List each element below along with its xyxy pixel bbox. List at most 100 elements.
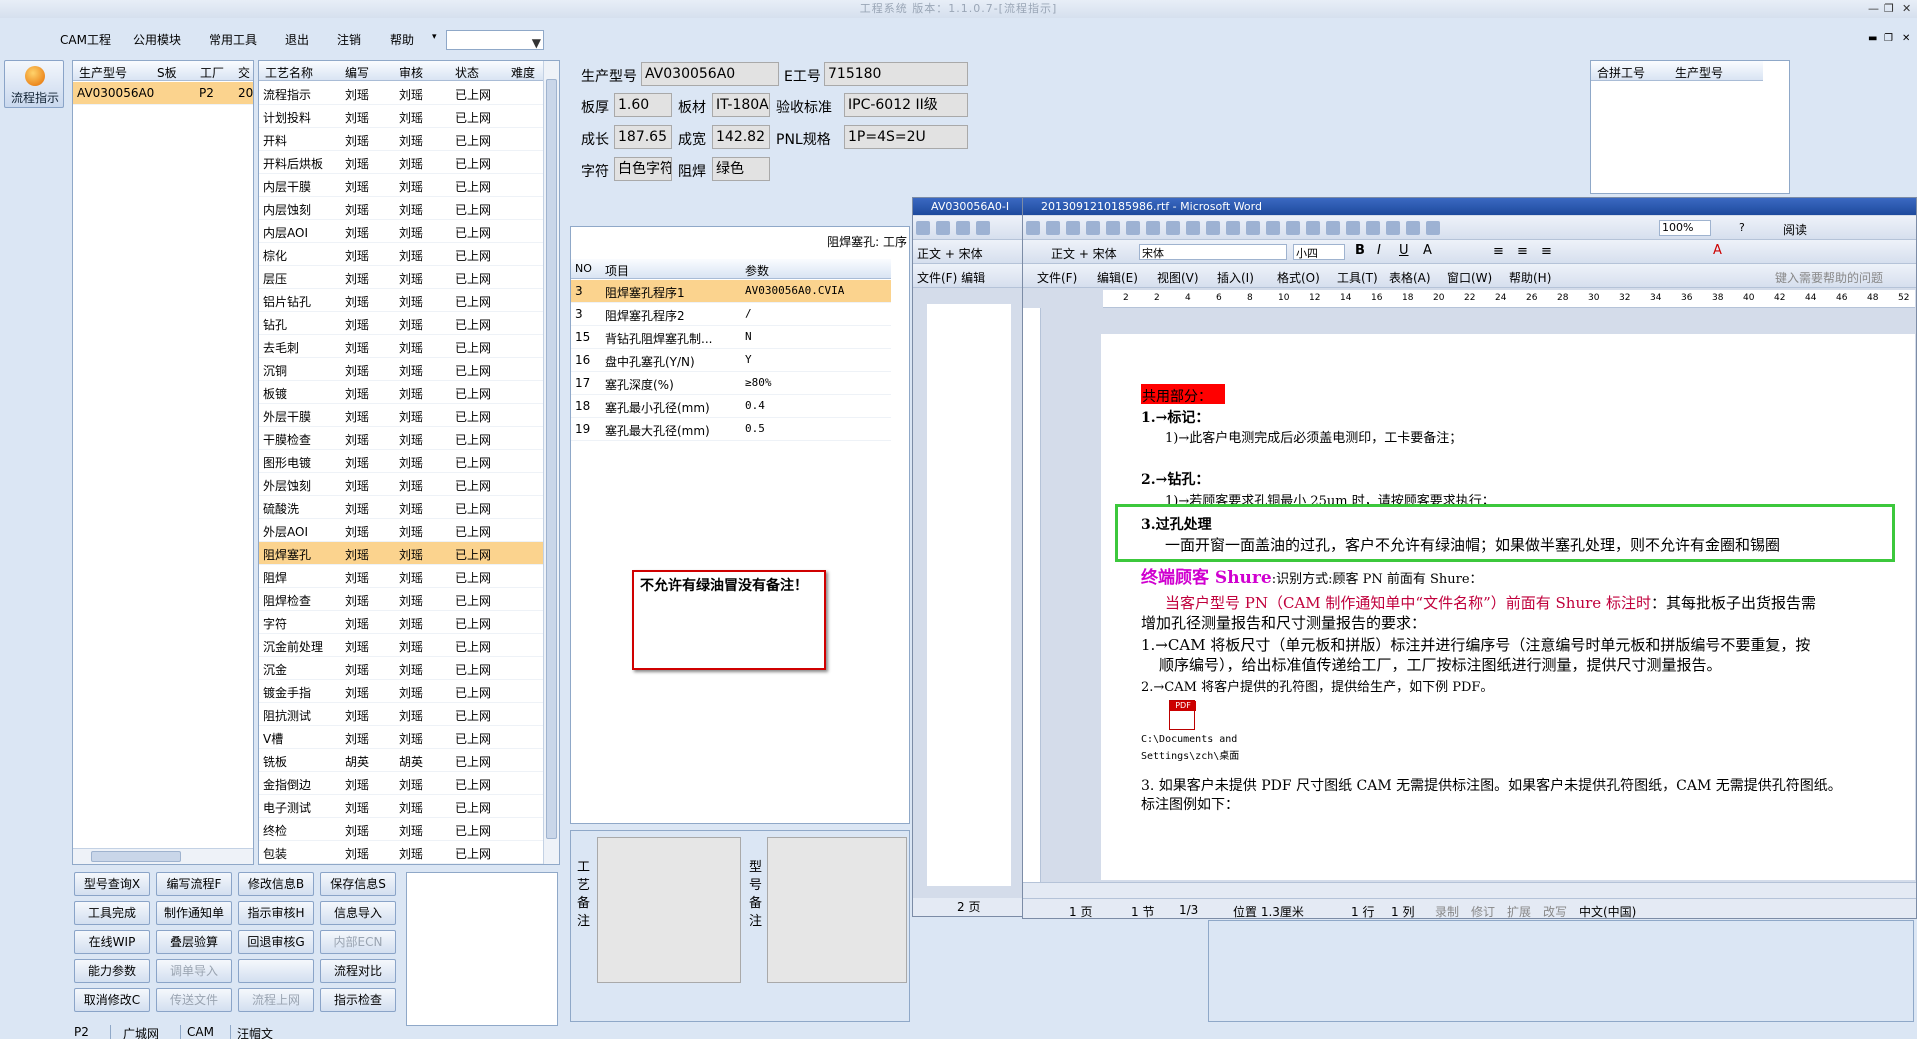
spell-icon[interactable] — [1166, 221, 1180, 235]
font-box[interactable]: 宋体 — [1139, 244, 1287, 260]
stackup-check-button[interactable]: 叠层验算 — [156, 930, 232, 954]
table-row[interactable]: V槽 刘瑶 刘瑶 已上网 — [259, 726, 543, 749]
vertical-ruler[interactable] — [1023, 308, 1041, 882]
menu-overflow-icon[interactable]: ▾ — [432, 32, 437, 42]
review-indicator-button[interactable]: 指示审核H — [238, 901, 314, 925]
col-item[interactable]: 项目 — [605, 262, 629, 279]
rollback-review-button[interactable]: 回退审核G — [238, 930, 314, 954]
table-row[interactable]: 铝片钻孔 刘瑶 刘瑶 已上网 — [259, 289, 543, 312]
modify-info-button[interactable]: 修改信息B — [238, 872, 314, 896]
blank-button[interactable] — [238, 959, 314, 983]
undo-icon[interactable] — [1286, 221, 1300, 235]
col-process-name[interactable]: 工艺名称 — [265, 64, 313, 81]
format-painter-icon[interactable] — [1266, 221, 1280, 235]
table-row[interactable]: 图形电镀 刘瑶 刘瑶 已上网 — [259, 450, 543, 473]
menu-tools[interactable]: 工具(T) — [1337, 269, 1378, 286]
help-search-box[interactable]: 键入需要帮助的问题 — [1775, 269, 1883, 286]
table-row[interactable]: 19 塞孔最大孔径(mm) 0.5 — [571, 418, 891, 441]
menu-edit[interactable]: 编辑 — [961, 271, 985, 285]
status-trk[interactable]: 修订 — [1471, 903, 1495, 920]
mdi-restore-icon[interactable]: ❐ — [1884, 33, 1893, 44]
tab-factory[interactable]: P2 — [74, 1025, 89, 1039]
model-query-button[interactable]: 型号查询X — [74, 872, 150, 896]
minimize-icon[interactable]: — — [1868, 0, 1879, 18]
columns-icon[interactable] — [1366, 221, 1380, 235]
output-box[interactable] — [406, 872, 558, 1026]
paste-icon[interactable] — [1246, 221, 1260, 235]
col-combine-model[interactable]: 生产型号 — [1675, 64, 1723, 81]
vertical-scrollbar[interactable] — [543, 61, 559, 864]
table-row[interactable]: 计划投料 刘瑶 刘瑶 已上网 — [259, 105, 543, 128]
table-row[interactable]: 16 盘中孔塞孔(Y/N) Y — [571, 349, 891, 372]
menu-logout[interactable]: 注销 — [337, 31, 361, 48]
col-status[interactable]: 状态 — [455, 64, 479, 81]
flow-online-button[interactable]: 流程上网 — [238, 988, 314, 1012]
table-row[interactable]: 阻焊检查 刘瑶 刘瑶 已上网 — [259, 588, 543, 611]
research-icon[interactable] — [1186, 221, 1200, 235]
table-row[interactable]: 内层干膜 刘瑶 刘瑶 已上网 — [259, 174, 543, 197]
hyperlink-icon[interactable] — [1326, 221, 1340, 235]
tab-user[interactable]: 汪帽文 — [230, 1025, 273, 1039]
table-row[interactable]: 电子测试 刘瑶 刘瑶 已上网 — [259, 795, 543, 818]
table-row[interactable]: 外层AOI 刘瑶 刘瑶 已上网 — [259, 519, 543, 542]
table-row[interactable]: 外层蚀刻 刘瑶 刘瑶 已上网 — [259, 473, 543, 496]
table-row[interactable]: 钻孔 刘瑶 刘瑶 已上网 — [259, 312, 543, 335]
horizontal-ruler[interactable]: 2 2 4 6 8 10 12 14 16 18 20 22 24 26 28 30 32 34 36 38 40 42 4… — [1103, 290, 1915, 308]
help-icon[interactable]: ? — [1739, 221, 1745, 234]
model-remark-field[interactable] — [767, 837, 907, 983]
table-row[interactable]: AV030056A0 P2 20 — [73, 82, 253, 105]
make-notice-button[interactable]: 制作通知单 — [156, 901, 232, 925]
save-icon[interactable] — [956, 221, 970, 235]
e-no-field[interactable]: 715180 — [824, 62, 968, 86]
character-field[interactable]: 白色字符 — [614, 157, 672, 181]
material-field[interactable]: IT-180A — [712, 93, 770, 117]
save-info-button[interactable]: 保存信息S — [320, 872, 396, 896]
new-doc-icon[interactable] — [1026, 221, 1040, 235]
size-box[interactable]: 小四 — [1293, 244, 1345, 260]
col-no[interactable]: NO — [575, 262, 592, 275]
import-info-button[interactable]: 信息导入 — [320, 901, 396, 925]
soldermask-field[interactable]: 绿色 — [712, 157, 770, 181]
flow-compare-button[interactable]: 流程对比 — [320, 959, 396, 983]
table-row[interactable]: 铣板 胡英 胡英 已上网 — [259, 749, 543, 772]
menu-help[interactable]: 帮助(H) — [1509, 269, 1551, 286]
menu-format[interactable]: 格式(O) — [1277, 269, 1320, 286]
table-row[interactable]: 层压 刘瑶 刘瑶 已上网 — [259, 266, 543, 289]
menu-help[interactable]: 帮助 — [390, 31, 414, 48]
col-reviewer[interactable]: 审核 — [399, 64, 423, 81]
table-row[interactable]: 金指倒边 刘瑶 刘瑶 已上网 — [259, 772, 543, 795]
menu-common-module[interactable]: 公用模块 — [133, 31, 181, 48]
word-hscroll[interactable] — [1023, 882, 1916, 898]
print-icon[interactable] — [1126, 221, 1140, 235]
menu-table[interactable]: 表格(A) — [1389, 269, 1431, 286]
menu-exit[interactable]: 退出 — [285, 31, 309, 48]
menu-cam[interactable]: CAM工程 — [60, 31, 111, 48]
table-row[interactable]: 18 塞孔最小孔径(mm) 0.4 — [571, 395, 891, 418]
table-row[interactable]: 内层AOI 刘瑶 刘瑶 已上网 — [259, 220, 543, 243]
cut-icon[interactable] — [1206, 221, 1220, 235]
open-icon[interactable] — [1046, 221, 1060, 235]
pnl-field[interactable]: 1P=4S=2U — [844, 125, 968, 149]
menu-insert[interactable]: 插入(I) — [1217, 269, 1254, 286]
col-author[interactable]: 编写 — [345, 64, 369, 81]
underline-icon[interactable]: U — [1399, 243, 1409, 258]
table-row[interactable]: 去毛刺 刘瑶 刘瑶 已上网 — [259, 335, 543, 358]
font-color-icon[interactable]: A — [1713, 243, 1722, 258]
indicator-check-button[interactable]: 指示检查 — [320, 988, 396, 1012]
italic-icon[interactable]: I — [1377, 243, 1381, 258]
table-row[interactable]: 硫酸洗 刘瑶 刘瑶 已上网 — [259, 496, 543, 519]
table-row[interactable]: 外层干膜 刘瑶 刘瑶 已上网 — [259, 404, 543, 427]
model-field[interactable]: AV030056A0 — [641, 62, 779, 86]
align-left-icon[interactable]: ≡ — [1493, 244, 1504, 259]
cancel-modify-button[interactable]: 取消修改C — [74, 988, 150, 1012]
table-row[interactable]: 终检 刘瑶 刘瑶 已上网 — [259, 818, 543, 841]
table-row[interactable]: 沉铜 刘瑶 刘瑶 已上网 — [259, 358, 543, 381]
align-right-icon[interactable]: ≡ — [1541, 244, 1552, 259]
table-icon[interactable] — [1346, 221, 1360, 235]
send-file-button[interactable]: 传送文件 — [156, 988, 232, 1012]
menu-edit[interactable]: 编辑(E) — [1097, 269, 1138, 286]
process-remark-field[interactable] — [597, 837, 741, 983]
table-row[interactable]: 流程指示 刘瑶 刘瑶 已上网 — [259, 82, 543, 105]
close-icon[interactable]: ✕ — [1902, 0, 1911, 18]
tab-network[interactable]: 广城网 — [110, 1025, 159, 1039]
